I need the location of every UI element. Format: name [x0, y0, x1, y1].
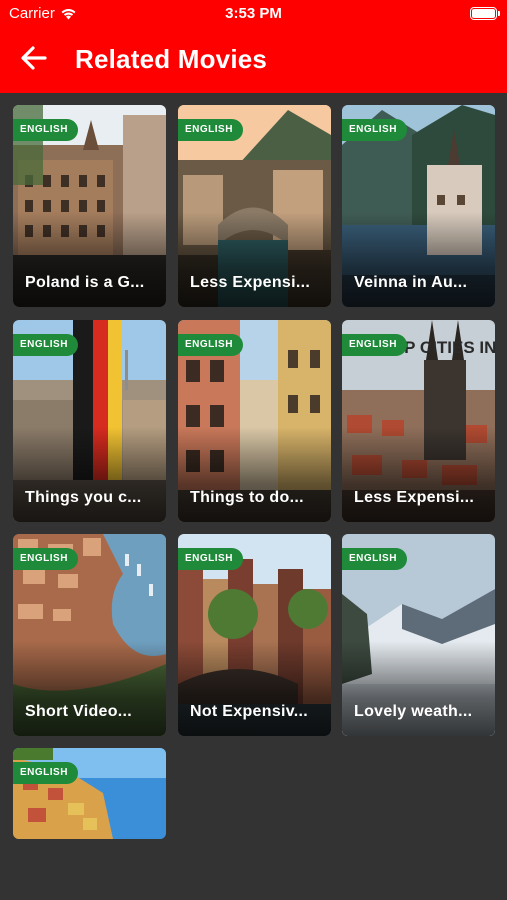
movie-title: Things to do... — [190, 489, 304, 506]
back-button[interactable] — [19, 43, 49, 73]
movie-card[interactable]: ENGLISH Not Expensiv... — [178, 534, 331, 736]
language-badge: ENGLISH — [13, 334, 78, 356]
arrow-left-icon — [21, 46, 47, 70]
movie-title: Lovely weath... — [354, 703, 473, 720]
language-badge: ENGLISH — [342, 334, 407, 356]
status-bar: Carrier 3:53 PM — [0, 0, 507, 28]
movie-title: Short Video... — [25, 703, 133, 720]
clock: 3:53 PM — [225, 5, 282, 22]
app-header: Carrier 3:53 PM Related Movies — [0, 0, 507, 93]
language-badge: ENGLISH — [13, 548, 78, 570]
nav-bar: Related Movies — [0, 36, 507, 82]
movie-card[interactable]: ENGLISH Things to do... — [178, 320, 331, 522]
movie-card[interactable]: ENGLISH Veinna in Au... — [342, 105, 495, 307]
movie-title: Poland is a G... — [25, 274, 145, 291]
movie-card[interactable]: ENGLISH Lovely weath... — [342, 534, 495, 736]
language-badge: ENGLISH — [342, 548, 407, 570]
movie-card[interactable]: ENGLISH — [13, 748, 166, 839]
movie-card[interactable]: CHEAP CITIES IN EUROPE ENGLISH Less Expe… — [342, 320, 495, 522]
movie-card[interactable]: ENGLISH Poland is a G... — [13, 105, 166, 307]
movie-grid: ENGLISH Poland is a G... ENGLISH Less Ex… — [0, 93, 507, 900]
language-badge: ENGLISH — [13, 119, 78, 141]
movie-card[interactable]: ENGLISH Less Expensi... — [178, 105, 331, 307]
movie-card[interactable]: ENGLISH Things you c... — [13, 320, 166, 522]
movie-title: Things you c... — [25, 489, 142, 506]
movie-title: Veinna in Au... — [354, 274, 468, 291]
language-badge: ENGLISH — [178, 119, 243, 141]
language-badge: ENGLISH — [178, 334, 243, 356]
movie-title: Not Expensiv... — [190, 703, 309, 720]
movie-card[interactable]: ENGLISH Short Video... — [13, 534, 166, 736]
movie-title: Less Expensi... — [354, 489, 475, 506]
battery-icon — [470, 7, 500, 20]
movie-title: Less Expensi... — [190, 274, 311, 291]
language-badge: ENGLISH — [13, 762, 78, 784]
page-title: Related Movies — [75, 44, 268, 74]
language-badge: ENGLISH — [178, 548, 243, 570]
language-badge: ENGLISH — [342, 119, 407, 141]
